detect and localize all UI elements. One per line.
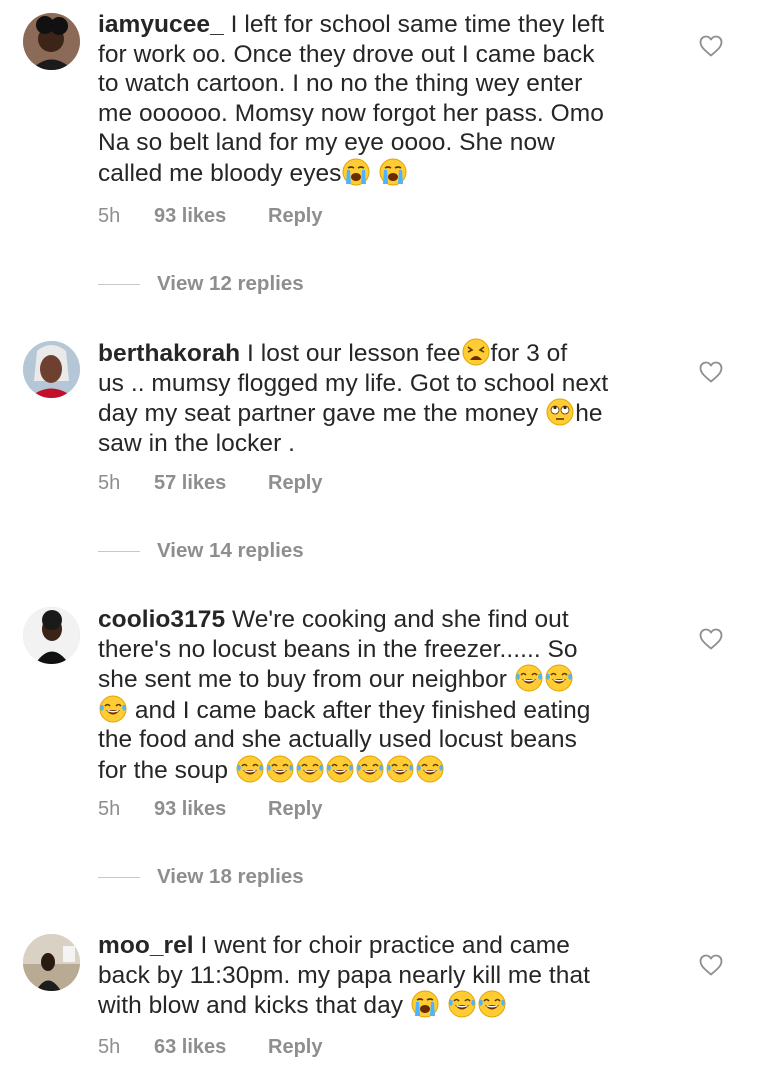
comment-text: moo_rel I went for choir practice and ca…	[98, 932, 590, 1020]
divider-line	[98, 550, 140, 552]
crying-face-emoji	[411, 990, 439, 1018]
view-replies-button[interactable]: View 12 replies	[98, 272, 304, 296]
view-replies-button[interactable]: View 14 replies	[98, 539, 304, 563]
reply-button[interactable]: Reply	[268, 1036, 322, 1059]
avatar[interactable]	[23, 341, 80, 398]
comment-username[interactable]: berthakorah	[98, 340, 240, 367]
tears-of-joy-emoji	[448, 990, 476, 1018]
tears-of-joy-emoji	[515, 664, 543, 692]
comment-time: 5h	[98, 1036, 121, 1058]
tears-of-joy-emoji	[356, 755, 384, 783]
view-replies-button[interactable]: View 18 replies	[98, 865, 304, 889]
tears-of-joy-emoji	[99, 695, 127, 723]
crying-face-emoji	[379, 158, 407, 186]
reply-button[interactable]: Reply	[268, 205, 322, 228]
reply-button[interactable]: Reply	[268, 798, 322, 821]
tears-of-joy-emoji	[236, 755, 264, 783]
comment-text: iamyucee_ I left for school same time th…	[98, 11, 605, 187]
divider-line	[98, 876, 140, 878]
likes-count[interactable]: 93 likes	[154, 798, 268, 821]
comment-text: coolio3175 We're cooking and she find ou…	[98, 606, 591, 784]
comment-meta: 5h 93 likes Reply	[98, 205, 322, 228]
avatar[interactable]	[23, 607, 80, 664]
comment-time: 5h	[98, 205, 121, 227]
likes-count[interactable]: 93 likes	[154, 205, 268, 228]
comment-meta: 5h 93 likes Reply	[98, 798, 322, 821]
divider-line	[98, 283, 140, 285]
tears-of-joy-emoji	[478, 990, 506, 1018]
heart-icon[interactable]	[699, 628, 723, 650]
tears-of-joy-emoji	[545, 664, 573, 692]
tears-of-joy-emoji	[386, 755, 414, 783]
heart-icon[interactable]	[699, 35, 723, 57]
comment-username[interactable]: coolio3175	[98, 606, 225, 633]
rolling-eyes-emoji	[546, 398, 574, 426]
crying-face-emoji	[342, 158, 370, 186]
heart-icon[interactable]	[699, 954, 723, 976]
heart-icon[interactable]	[699, 361, 723, 383]
likes-count[interactable]: 63 likes	[154, 1036, 268, 1059]
likes-count[interactable]: 57 likes	[154, 472, 268, 495]
comment-meta: 5h 57 likes Reply	[98, 472, 322, 495]
tears-of-joy-emoji	[266, 755, 294, 783]
avatar[interactable]	[23, 934, 80, 991]
comment-time: 5h	[98, 798, 121, 820]
avatar[interactable]	[23, 13, 80, 70]
comment-username[interactable]: iamyucee_	[98, 11, 224, 38]
comment-time: 5h	[98, 472, 121, 494]
weary-face-emoji	[462, 338, 490, 366]
tears-of-joy-emoji	[326, 755, 354, 783]
tears-of-joy-emoji	[416, 755, 444, 783]
comment-meta: 5h 63 likes Reply	[98, 1036, 322, 1059]
tears-of-joy-emoji	[296, 755, 324, 783]
comment-text: berthakorah I lost our lesson fee for 3 o…	[98, 338, 609, 457]
reply-button[interactable]: Reply	[268, 472, 322, 495]
comment-username[interactable]: moo_rel	[98, 932, 194, 959]
